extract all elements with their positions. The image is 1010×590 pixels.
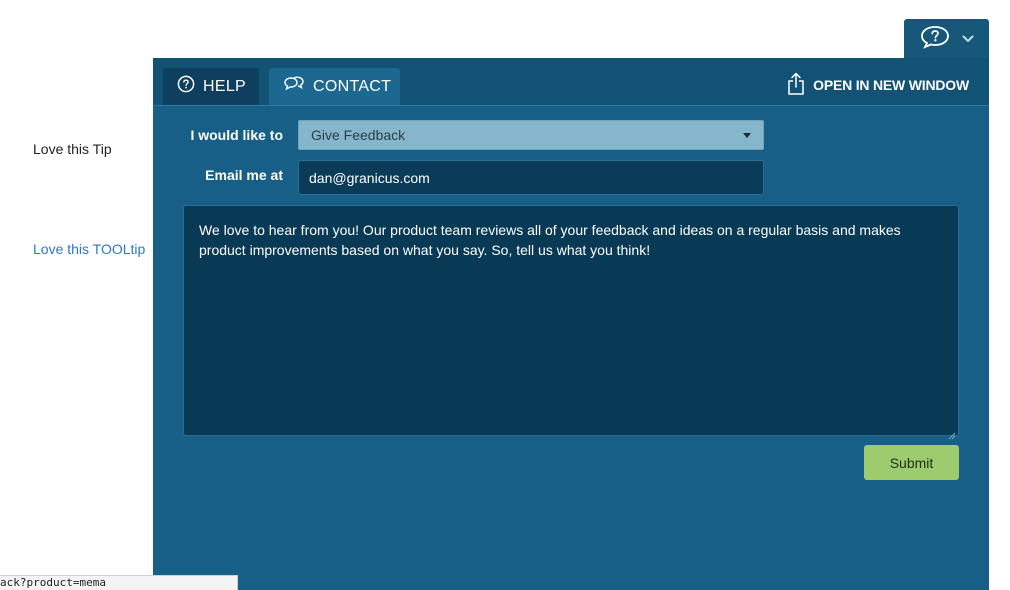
chat-bubbles-icon [283, 75, 305, 98]
tab-contact-label: CONTACT [313, 77, 392, 95]
email-field[interactable]: dan@granicus.com [298, 160, 764, 195]
status-bar-url: ack?product=mema [0, 575, 238, 590]
tab-bar: HELP CONTACT OPEN IN NEW WINDOW [153, 58, 989, 106]
chevron-down-icon [961, 30, 974, 48]
email-label: Email me at [205, 167, 283, 183]
message-textarea[interactable]: We love to hear from you! Our product te… [183, 205, 959, 440]
tab-help-label: HELP [203, 77, 246, 95]
page: Love this Tip Love this TOOLtip HELP CON… [0, 0, 1010, 590]
intent-selected-value: Give Feedback [311, 127, 406, 143]
help-widget-toggle[interactable] [904, 19, 989, 59]
question-circle-icon [177, 75, 195, 98]
intent-label: I would like to [190, 127, 283, 143]
caret-down-icon [743, 133, 751, 138]
open-in-new-window-label: OPEN IN NEW WINDOW [813, 77, 969, 93]
message-text: We love to hear from you! Our product te… [199, 222, 901, 258]
tab-contact[interactable]: CONTACT [269, 68, 400, 105]
tab-help[interactable]: HELP [163, 68, 259, 105]
love-tooltip-link[interactable]: Love this TOOLtip [33, 241, 145, 257]
share-out-icon [787, 72, 805, 99]
help-panel: HELP CONTACT OPEN IN NEW WINDOW I would … [153, 58, 989, 590]
open-in-new-window-button[interactable]: OPEN IN NEW WINDOW [787, 72, 969, 99]
speech-question-icon [920, 25, 950, 54]
intent-select[interactable]: Give Feedback [298, 120, 764, 150]
submit-button[interactable]: Submit [864, 445, 959, 480]
love-tip-text: Love this Tip [33, 141, 112, 157]
resize-grip-icon[interactable] [948, 425, 956, 440]
